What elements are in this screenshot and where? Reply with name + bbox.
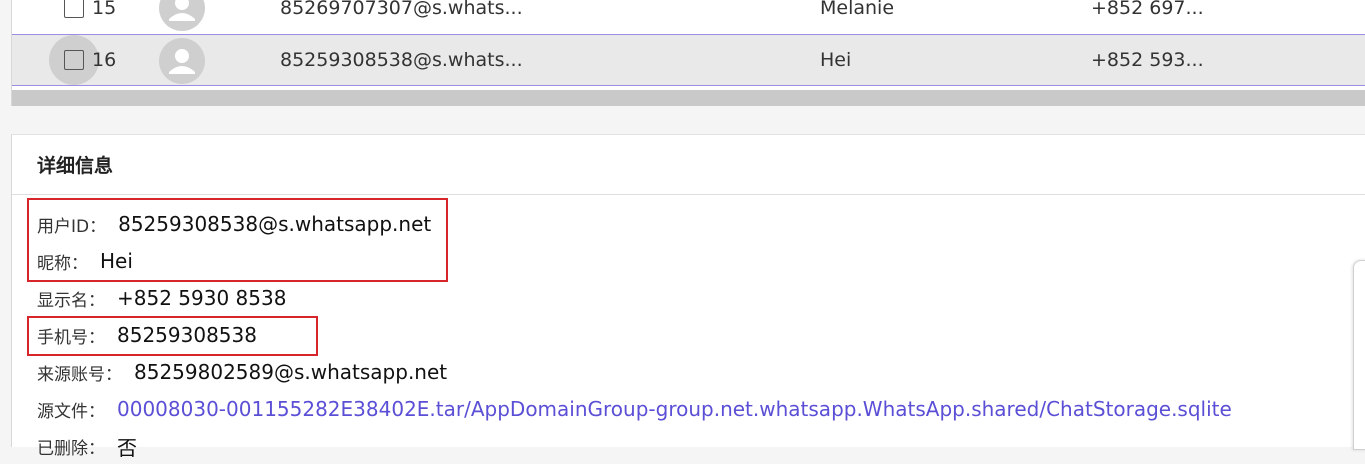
field-source-account: 来源账号： 85259802589@s.whatsapp.net: [37, 354, 447, 390]
field-label: 昵称：: [37, 253, 88, 274]
row-user-id: 85259308538@s.whats...: [280, 49, 523, 71]
field-label: 已删除：: [37, 438, 105, 459]
avatar: [159, 38, 205, 84]
field-value: 85259308538@s.whatsapp.net: [118, 212, 432, 236]
field-nickname: 昵称： Hei: [37, 243, 133, 279]
field-value: Hei: [100, 249, 133, 273]
row-index: 15: [92, 0, 117, 19]
field-deleted: 已删除： 否: [37, 428, 137, 464]
contacts-table: 15 85269707307@s.whats... Melanie +852 6…: [11, 0, 1365, 106]
row-nickname: Hei: [820, 49, 852, 71]
checkbox-icon[interactable]: [64, 0, 84, 18]
field-source-file: 源文件： 00008030-001155282E38402E.tar/AppDo…: [37, 391, 1232, 427]
row-index: 16: [92, 49, 117, 71]
field-value: 85259802589@s.whatsapp.net: [134, 360, 448, 384]
row-user-id: 85269707307@s.whats...: [280, 0, 523, 19]
field-value: 85259308538: [117, 323, 257, 347]
field-label: 源文件：: [37, 401, 105, 422]
table-row[interactable]: 15 85269707307@s.whats... Melanie +852 6…: [12, 0, 1365, 34]
person-placeholder-icon: [169, 0, 195, 21]
side-popup-edge: [1353, 260, 1365, 450]
source-file-link[interactable]: 00008030-001155282E38402E.tar/AppDomainG…: [117, 397, 1232, 421]
field-label: 来源账号：: [37, 364, 122, 385]
row-nickname: Melanie: [820, 0, 895, 19]
detail-panel: 详细信息 用户ID： 85259308538@s.whatsapp.net 昵称…: [11, 134, 1365, 460]
field-label: 用户ID：: [37, 216, 107, 237]
detail-title: 详细信息: [12, 135, 1365, 195]
person-placeholder-icon: [169, 49, 195, 74]
field-label: 显示名：: [37, 290, 105, 311]
field-user-id: 用户ID： 85259308538@s.whatsapp.net: [37, 206, 431, 242]
field-label: 手机号：: [37, 327, 105, 348]
table-row-selected[interactable]: 16 85259308538@s.whats... Hei +852 593..…: [12, 34, 1365, 86]
horizontal-scrollbar[interactable]: [12, 90, 1365, 106]
field-value: 否: [117, 435, 137, 460]
row-phone: +852 697...: [1091, 0, 1204, 19]
row-phone: +852 593...: [1091, 49, 1204, 71]
field-display-name: 显示名： +852 5930 8538: [37, 280, 286, 316]
checkbox-icon[interactable]: [64, 50, 84, 70]
avatar: [159, 0, 205, 31]
field-value: +852 5930 8538: [117, 286, 287, 310]
field-phone: 手机号： 85259308538: [37, 317, 257, 353]
